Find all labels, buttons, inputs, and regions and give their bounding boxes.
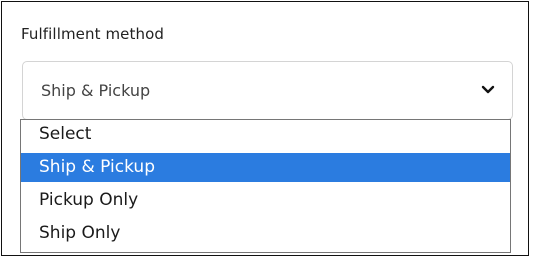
fulfillment-method-label: Fulfillment method	[21, 25, 164, 43]
selected-value: Ship & Pickup	[41, 81, 151, 100]
option-ship-only[interactable]: Ship Only	[21, 219, 510, 248]
option-ship-and-pickup[interactable]: Ship & Pickup	[21, 153, 510, 182]
option-select[interactable]: Select	[21, 120, 510, 149]
fulfillment-method-options: Select Ship & Pickup Pickup Only Ship On…	[20, 119, 511, 253]
chevron-down-icon[interactable]	[480, 83, 496, 97]
option-pickup-only[interactable]: Pickup Only	[21, 186, 510, 215]
fulfillment-method-select[interactable]: Ship & Pickup	[22, 61, 513, 120]
